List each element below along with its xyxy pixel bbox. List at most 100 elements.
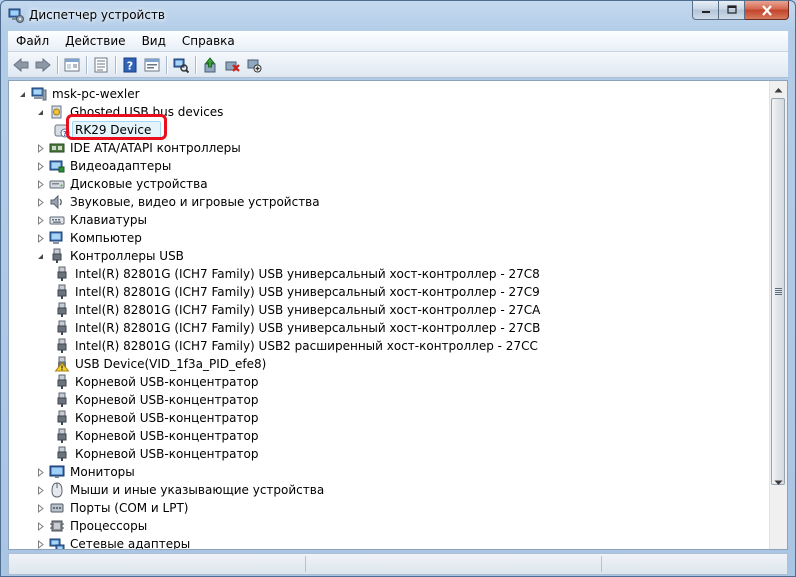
tree-device[interactable]: Intel(R) 82801G (ICH7 Family) USB универ… — [54, 265, 542, 283]
usb-plug-icon — [57, 392, 67, 407]
grip-line — [775, 288, 782, 289]
tree-item-label: Корневой USB-концентратор — [75, 375, 259, 389]
tree-device[interactable]: Intel(R) 82801G (ICH7 Family) USB универ… — [54, 319, 542, 337]
tree-root[interactable]: msk-pc-wexler — [18, 85, 142, 103]
tree-category[interactable]: Процессоры — [36, 517, 149, 535]
expand-arrow-icon[interactable] — [36, 503, 45, 513]
scan-hardware-icon — [173, 58, 189, 73]
expand-arrow-icon[interactable] — [36, 197, 45, 207]
update-driver-button[interactable] — [199, 54, 221, 76]
usb-plug-icon — [57, 428, 67, 443]
tree-device[interactable]: Корневой USB-концентратор — [54, 373, 260, 391]
chevron-down-icon — [774, 480, 783, 485]
properties-list-button[interactable] — [90, 54, 112, 76]
usb-plug-icon — [57, 302, 67, 317]
tree-item-label: Корневой USB-концентратор — [75, 393, 259, 407]
tree-device[interactable]: Intel(R) 82801G (ICH7 Family) USB универ… — [54, 301, 542, 319]
expand-arrow-icon[interactable] — [36, 485, 45, 495]
tree-item-label: Процессоры — [70, 519, 148, 533]
expand-arrow-icon[interactable] — [36, 179, 45, 189]
usb-plug-icon — [57, 266, 67, 281]
tree-category[interactable]: Мыши и иные указывающие устройства — [36, 481, 326, 499]
minimize-icon — [701, 11, 710, 13]
close-button[interactable] — [745, 1, 789, 20]
menu-help[interactable]: Справка — [174, 31, 243, 51]
device-manager-window: Диспетчер устройств Файл Действие Вид Сп… — [0, 0, 796, 577]
tree-category[interactable]: Сетевые адаптеры — [36, 535, 192, 549]
computer-icon — [49, 231, 63, 244]
tree-device[interactable]: Корневой USB-концентратор — [54, 391, 260, 409]
tree-category[interactable]: Контроллеры USB — [36, 247, 186, 265]
expand-arrow-icon[interactable] — [36, 539, 45, 549]
back-icon — [13, 57, 29, 72]
tree-item-label: Мыши и иные указывающие устройства — [70, 483, 325, 497]
toolbar-separator — [57, 55, 58, 74]
port-icon — [50, 503, 64, 513]
usb-plug-icon — [57, 320, 67, 335]
tree-category[interactable]: Звуковые, видео и игровые устройства — [36, 193, 322, 211]
toolbar-separator — [166, 55, 167, 74]
tree-category[interactable]: Дисковые устройства — [36, 175, 210, 193]
tree-category[interactable]: Видеоадаптеры — [36, 157, 173, 175]
toolbar-separator — [86, 55, 87, 74]
menu-file[interactable]: Файл — [8, 31, 57, 51]
minimize-button[interactable] — [692, 1, 719, 20]
grip-line — [775, 292, 782, 293]
scroll-down-button[interactable] — [770, 474, 787, 491]
expand-arrow-icon[interactable] — [36, 215, 45, 225]
monitor-icon — [49, 465, 65, 478]
back-button[interactable] — [10, 54, 32, 76]
device-manager-icon — [8, 8, 24, 23]
uninstall-button[interactable] — [221, 54, 243, 76]
forward-button[interactable] — [32, 54, 54, 76]
usb-plug-icon — [52, 248, 62, 263]
scan-hardware-button[interactable] — [170, 54, 192, 76]
vertical-scrollbar[interactable] — [769, 81, 787, 549]
scroll-up-button[interactable] — [770, 81, 787, 98]
tree-device[interactable]: Корневой USB-концентратор — [54, 409, 260, 427]
tree-item-label: Intel(R) 82801G (ICH7 Family) USB универ… — [75, 321, 541, 335]
chevron-up-icon — [774, 87, 783, 92]
tree-category[interactable]: Клавиатуры — [36, 211, 149, 229]
toolbar-separator — [115, 55, 116, 74]
tree-device[interactable]: Intel(R) 82801G (ICH7 Family) USB2 расши… — [54, 337, 540, 355]
tree-device[interactable]: Intel(R) 82801G (ICH7 Family) USB универ… — [54, 283, 542, 301]
menu-action[interactable]: Действие — [57, 31, 133, 51]
mouse-icon — [51, 482, 63, 498]
show-hide-tree-button[interactable] — [61, 54, 83, 76]
device-tree: msk-pc-wexler Ghosted USB bus devices? RK… — [9, 81, 771, 549]
keyboard-icon — [49, 216, 65, 225]
tree-category[interactable]: Порты (COM и LPT) — [36, 499, 190, 517]
expand-arrow-icon[interactable] — [36, 521, 45, 531]
expand-arrow-icon[interactable] — [36, 467, 45, 477]
expand-arrow-icon[interactable] — [36, 233, 45, 243]
help-icon: ? — [123, 57, 137, 72]
toolbar-separator — [195, 55, 196, 74]
tree-device[interactable]: Корневой USB-концентратор — [54, 445, 260, 463]
expand-arrow-icon[interactable] — [36, 161, 45, 171]
ide-controller-icon — [49, 143, 65, 153]
scrollbar-thumb[interactable] — [771, 98, 785, 485]
tree-device[interactable]: USB Device(VID_1f3a_PID_efe8) — [54, 355, 268, 373]
menu-view[interactable]: Вид — [134, 31, 174, 51]
tree-category[interactable]: Мониторы — [36, 463, 137, 481]
title-bar[interactable]: Диспетчер устройств — [1, 1, 795, 31]
help-button[interactable]: ? — [119, 54, 141, 76]
tree-item-label: Компьютер — [70, 231, 142, 245]
properties-sheet-button[interactable] — [141, 54, 163, 76]
status-divider — [305, 556, 306, 572]
collapse-arrow-icon[interactable] — [36, 252, 45, 261]
usb-plug-icon — [57, 374, 67, 389]
expand-arrow-icon[interactable] — [36, 143, 45, 153]
disable-button[interactable] — [243, 54, 265, 76]
grip-line — [775, 294, 782, 295]
tree-item-label: USB Device(VID_1f3a_PID_efe8) — [75, 357, 267, 371]
status-divider — [601, 556, 602, 572]
collapse-arrow-icon[interactable] — [36, 108, 45, 117]
tree-category[interactable]: IDE ATA/ATAPI контроллеры — [36, 139, 243, 157]
maximize-button[interactable] — [719, 1, 745, 20]
tree-item-label: Клавиатуры — [70, 213, 147, 227]
processor-icon — [50, 520, 64, 532]
tree-category[interactable]: Компьютер — [36, 229, 144, 247]
tree-device[interactable]: Корневой USB-концентратор — [54, 427, 260, 445]
